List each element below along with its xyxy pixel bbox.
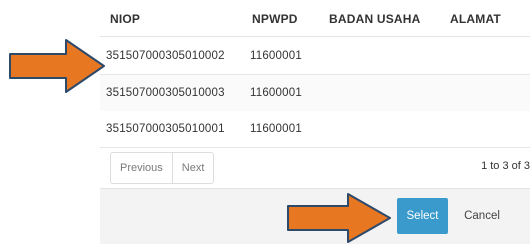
cancel-button[interactable]: Cancel [456, 198, 508, 234]
select-button[interactable]: Select [397, 198, 448, 234]
table-header: NIOP NPWPD BADAN USAHA ALAMAT [100, 0, 530, 37]
cell-niop: 351507000305010002 [106, 50, 225, 62]
cell-npwpd: 11600001 [250, 87, 302, 99]
previous-page-button[interactable]: Previous [111, 153, 172, 183]
next-page-button[interactable]: Next [171, 153, 214, 183]
column-header-badan-usaha[interactable]: BADAN USAHA [329, 12, 421, 26]
cell-niop: 351507000305010003 [106, 87, 225, 99]
cell-npwpd: 11600001 [250, 50, 302, 62]
table-row[interactable]: 351507000305010001 11600001 [100, 111, 530, 148]
arrow-right-icon [9, 39, 105, 93]
cell-niop: 351507000305010001 [106, 123, 225, 135]
backdrop [0, 0, 100, 244]
pagination-bar: Previous Next 1 to 3 of 3 [100, 148, 530, 189]
column-header-niop[interactable]: NIOP [110, 12, 140, 26]
column-header-alamat[interactable]: ALAMAT [450, 12, 501, 26]
column-header-npwpd[interactable]: NPWPD [252, 12, 298, 26]
table-row[interactable]: 351507000305010002 11600001 [100, 38, 530, 75]
cell-npwpd: 11600001 [250, 123, 302, 135]
pagination-info: 1 to 3 of 3 [481, 160, 530, 172]
pagination: Previous Next [110, 152, 215, 184]
arrow-right-icon [287, 193, 391, 243]
table-row[interactable]: 351507000305010003 11600001 [100, 75, 530, 112]
